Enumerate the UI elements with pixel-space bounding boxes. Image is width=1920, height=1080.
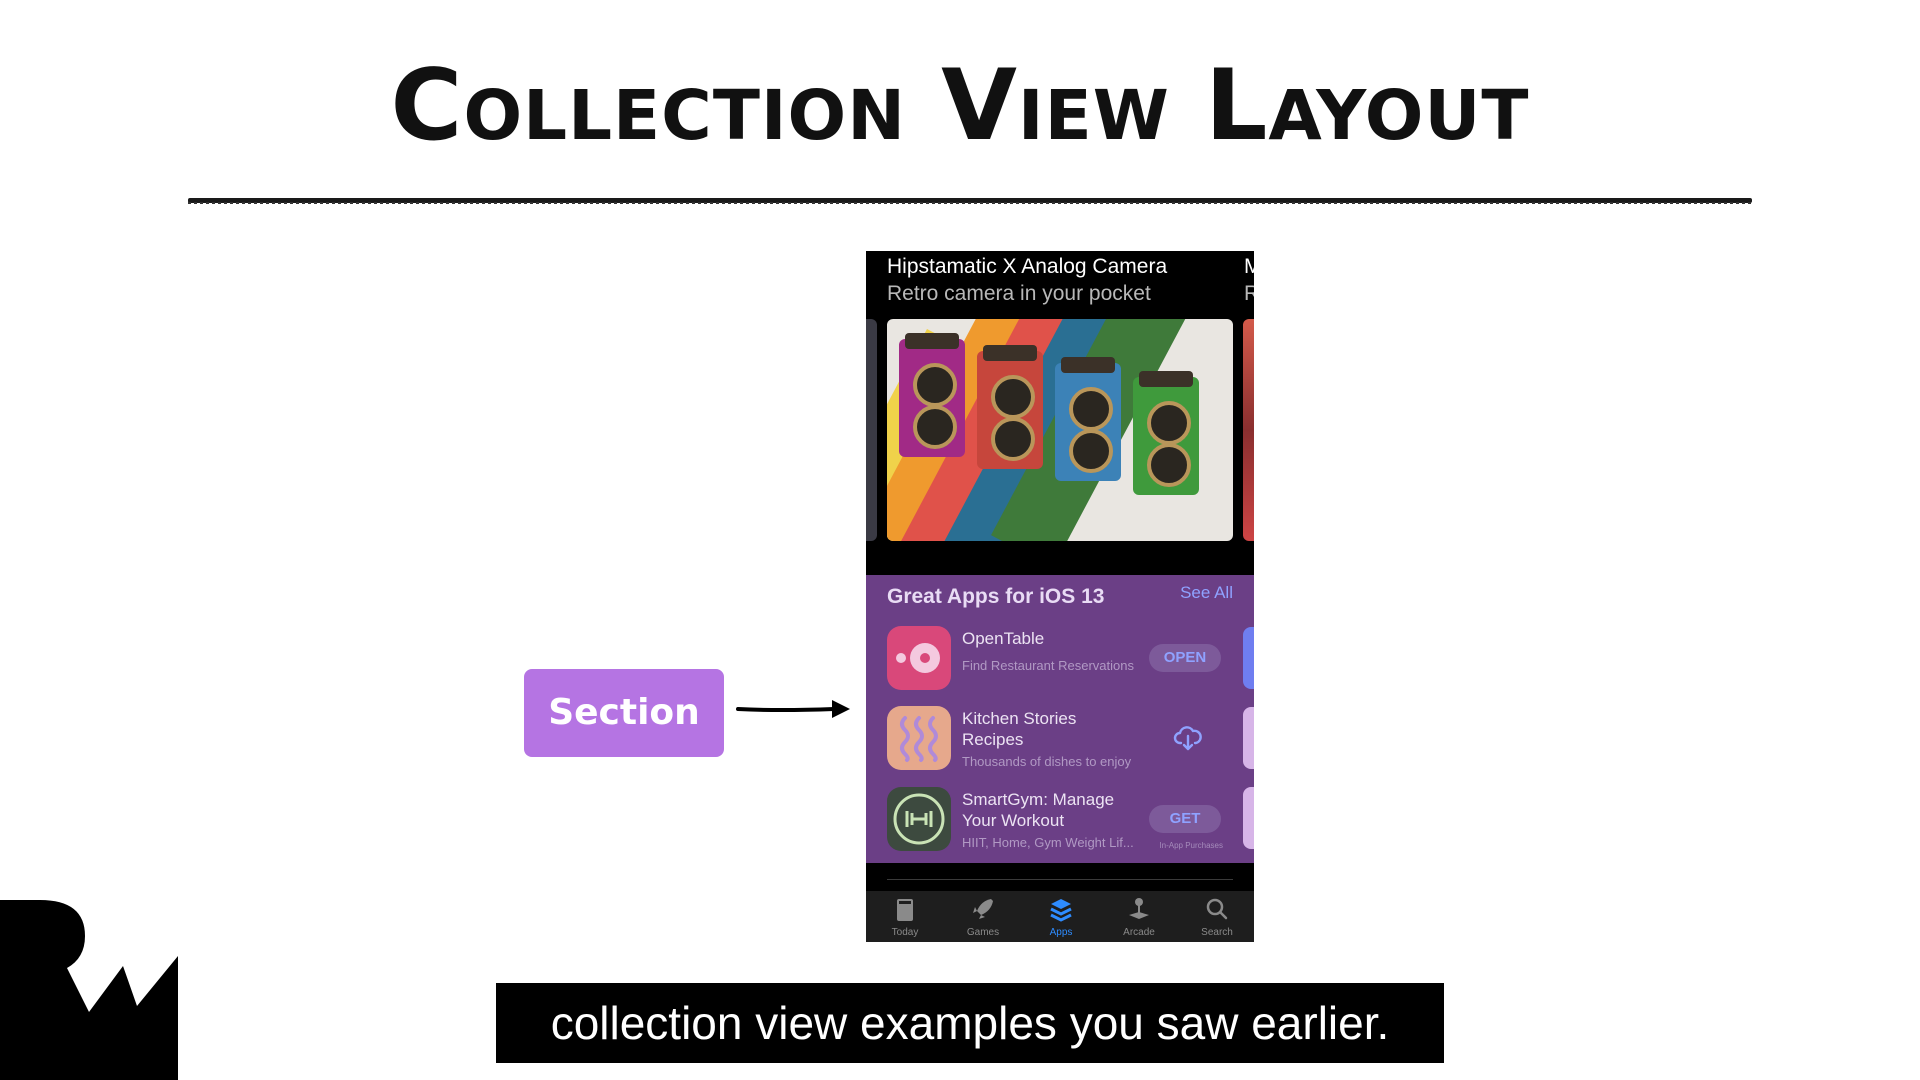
tab-games[interactable]: Games xyxy=(944,891,1022,942)
app-name: SmartGym: Manage Your Workout xyxy=(962,790,1115,830)
subtitle-caption-box: collection view examples you saw earlier… xyxy=(496,983,1444,1063)
download-cloud-icon[interactable] xyxy=(1173,724,1203,752)
get-button[interactable]: GET xyxy=(1149,805,1221,833)
app-name: Kitchen Stories Recipes xyxy=(962,709,1077,749)
tab-search[interactable]: Search xyxy=(1178,891,1254,942)
phone-screenshot: Hipstamatic X Analog Camera Retro camera… xyxy=(866,251,1254,942)
app-name: OpenTable xyxy=(962,629,1045,648)
next-column-peek[interactable] xyxy=(1243,707,1254,769)
next-featured-title-peek: M xyxy=(1244,255,1254,278)
list-item[interactable]: Kitchen Stories Recipes Thousands of dis… xyxy=(887,706,1227,772)
tab-apps[interactable]: Apps xyxy=(1022,891,1100,942)
tab-label: Apps xyxy=(1049,927,1073,938)
callout-arrow-icon xyxy=(736,700,850,718)
next-column-peek[interactable] xyxy=(1243,787,1254,849)
tab-arcade[interactable]: Arcade xyxy=(1100,891,1178,942)
list-item[interactable]: SmartGym: Manage Your Workout HIIT, Home… xyxy=(887,787,1227,853)
kitchen-stories-icon xyxy=(887,706,951,770)
tab-label: Search xyxy=(1201,927,1233,938)
section-title: Great Apps for iOS 13 xyxy=(887,585,1105,608)
joystick-icon xyxy=(1129,898,1149,919)
tab-label: Today xyxy=(891,927,919,938)
today-icon xyxy=(897,899,913,921)
tab-label: Games xyxy=(966,927,1000,938)
camera-blue xyxy=(1055,357,1121,481)
subtitle-caption: collection view examples you saw earlier… xyxy=(550,997,1390,1049)
app-subtitle: Find Restaurant Reservations xyxy=(962,658,1134,673)
search-icon xyxy=(1206,898,1228,920)
tab-bar: Today Games Apps Arcade Search xyxy=(866,891,1254,942)
open-button[interactable]: OPEN xyxy=(1149,644,1221,672)
previous-featured-card-peek[interactable] xyxy=(866,319,877,541)
next-column-peek[interactable] xyxy=(1243,627,1254,689)
app-collection-section: Great Apps for iOS 13 See All OpenTable … xyxy=(866,575,1254,863)
app-subtitle: HIIT, Home, Gym Weight Lif... xyxy=(962,835,1134,850)
smartgym-icon xyxy=(887,787,951,851)
rw-logo-icon xyxy=(0,900,178,1080)
featured-app-subtitle: Retro camera in your pocket xyxy=(887,282,1151,305)
camera-green xyxy=(1133,371,1199,495)
featured-hero-image[interactable] xyxy=(887,319,1233,541)
title-underline-texture xyxy=(188,202,1752,204)
featured-app-title[interactable]: Hipstamatic X Analog Camera xyxy=(887,255,1167,279)
camera-red xyxy=(977,345,1043,469)
next-featured-card-peek[interactable] xyxy=(1243,319,1254,541)
list-item[interactable]: OpenTable Find Restaurant Reservations O… xyxy=(887,626,1227,692)
camera-purple xyxy=(899,333,965,457)
tab-label: Arcade xyxy=(1123,927,1155,938)
next-featured-subtitle-peek: R xyxy=(1244,282,1254,305)
in-app-purchases-note: In-App Purchases xyxy=(1159,841,1223,850)
app-subtitle: Thousands of dishes to enjoy xyxy=(962,754,1132,769)
tab-today[interactable]: Today xyxy=(866,891,944,942)
section-callout-label: Section xyxy=(524,669,724,757)
apps-stack-icon xyxy=(1050,899,1072,922)
see-all-link[interactable]: See All xyxy=(1180,583,1233,603)
opentable-icon xyxy=(887,626,951,690)
divider xyxy=(887,879,1233,880)
slide-title: Collection View Layout xyxy=(390,49,1530,163)
rocket-icon xyxy=(973,899,993,919)
